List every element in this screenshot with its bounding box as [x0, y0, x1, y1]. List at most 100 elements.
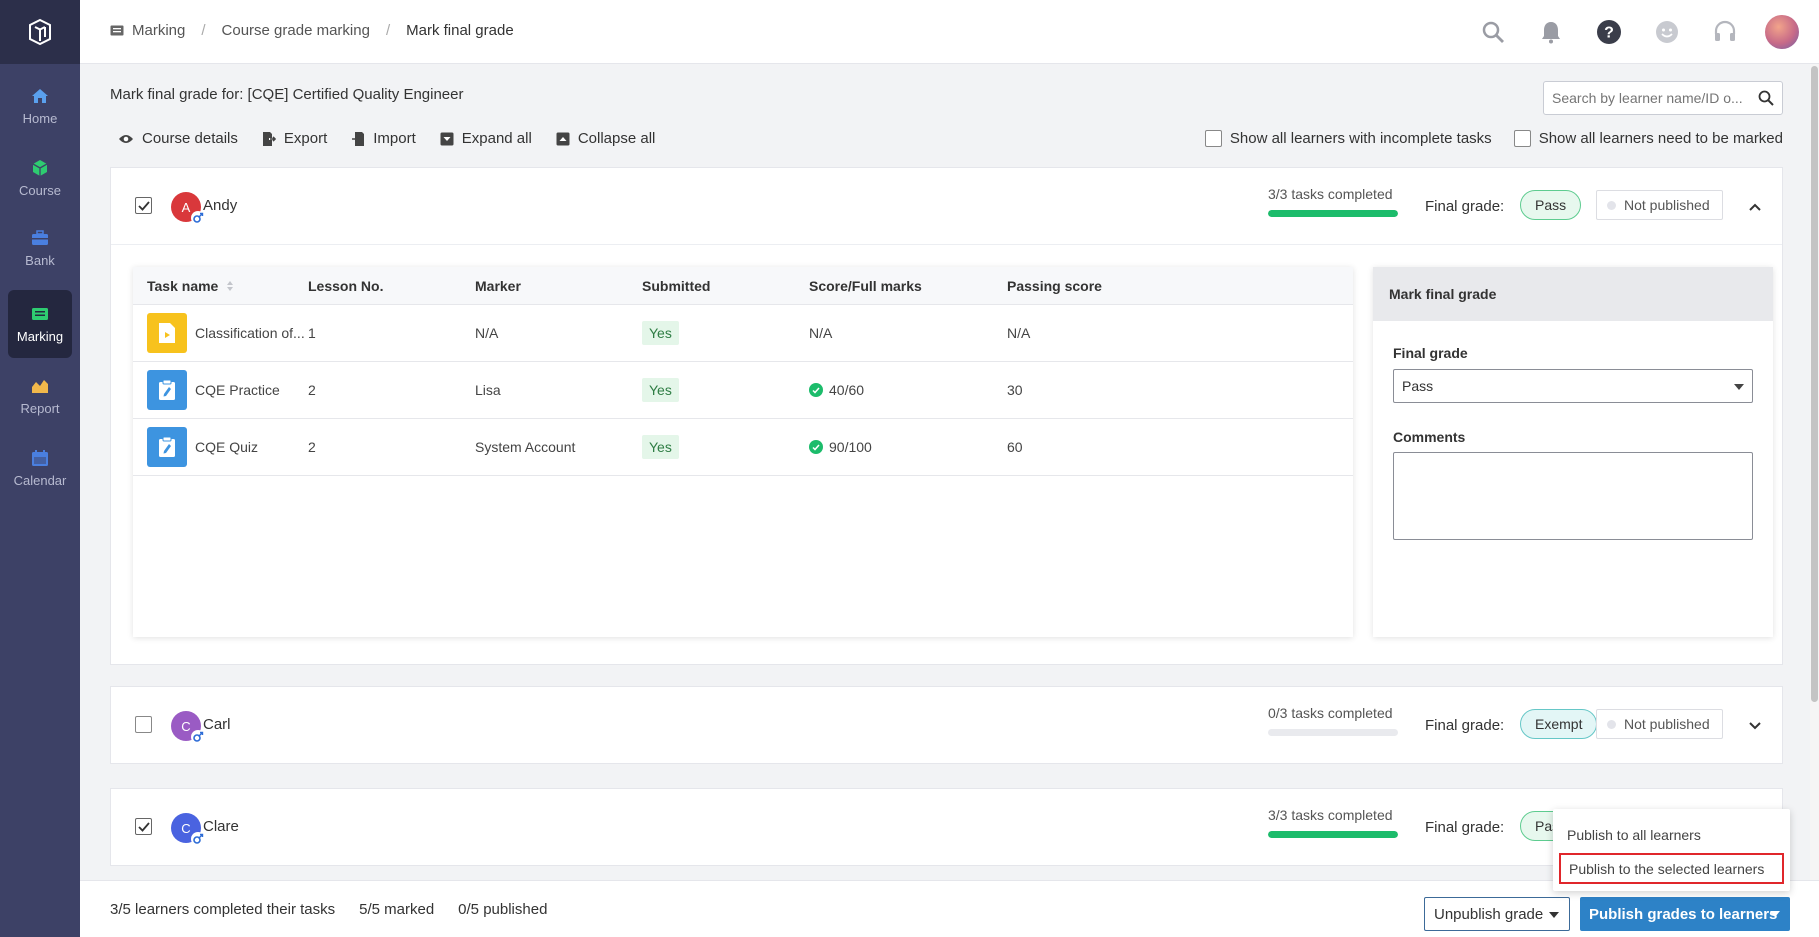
header-actions: ?	[1475, 14, 1799, 50]
table-row[interactable]: Classification of... 1 N/A Yes N/A N/A	[133, 305, 1353, 362]
main-content: Mark final grade for: [CQE] Certified Qu…	[80, 64, 1819, 880]
smiley-icon[interactable]	[1649, 14, 1685, 50]
help-icon[interactable]: ?	[1591, 14, 1627, 50]
learner-card-header[interactable]: C Clare 3/3 tasks completed Final grade:…	[111, 789, 1782, 865]
sidebar-label-bank: Bank	[25, 252, 55, 268]
page-title: Mark final grade for: [CQE] Certified Qu…	[110, 86, 464, 103]
headset-icon[interactable]	[1707, 14, 1743, 50]
published-count: 0/5 published	[458, 901, 548, 918]
summary-stats: 3/5 learners completed their tasks 5/5 m…	[110, 901, 547, 918]
bell-icon[interactable]	[1533, 14, 1569, 50]
comments-textarea[interactable]	[1393, 452, 1753, 540]
home-icon	[31, 87, 49, 105]
search-input[interactable]	[1544, 82, 1744, 114]
publish-status: Not published	[1596, 190, 1723, 220]
col-marker: Marker	[475, 277, 521, 294]
learner-card-header[interactable]: C Carl 0/3 tasks completed Final grade: …	[111, 687, 1782, 763]
task-name[interactable]: CQE Practice	[195, 382, 280, 398]
score: 90/100	[809, 439, 872, 455]
lesson-no: 2	[308, 382, 316, 398]
marking-icon	[31, 305, 49, 323]
avatar-initial: C	[181, 820, 191, 836]
progress-fill	[1268, 831, 1398, 838]
task-progress-text: 3/3 tasks completed	[1268, 186, 1393, 202]
collapse-all-button[interactable]: Collapse all	[556, 130, 655, 147]
sidebar-item-report[interactable]: Report	[8, 362, 72, 430]
col-lesson-no: Lesson No.	[308, 277, 384, 294]
unpublish-grade-button[interactable]: Unpublish grade	[1424, 897, 1570, 931]
search-icon[interactable]	[1475, 14, 1511, 50]
marked-count: 5/5 marked	[359, 901, 435, 918]
learner-card-clare: C Clare 3/3 tasks completed Final grade:…	[110, 788, 1783, 866]
breadcrumb-marking[interactable]: Marking	[132, 22, 185, 39]
final-grade-label: Final grade:	[1425, 198, 1505, 215]
check-circle-icon	[809, 383, 823, 397]
filter-incomplete[interactable]: Show all learners with incomplete tasks	[1204, 130, 1492, 147]
sort-icon[interactable]	[226, 280, 234, 292]
scrollbar[interactable]	[1810, 64, 1819, 880]
check-circle-icon	[809, 440, 823, 454]
expand-icon	[440, 132, 454, 145]
score-value: 40/60	[829, 382, 865, 398]
sidebar-item-calendar[interactable]: Calendar	[8, 434, 72, 502]
learner-card-header[interactable]: A Andy 3/3 tasks completed Final grade: …	[111, 168, 1782, 244]
chart-icon	[31, 377, 49, 395]
avatar-initial: A	[181, 199, 191, 215]
learner-name: Andy	[203, 197, 238, 214]
menu-item-publish-all[interactable]: Publish to all learners	[1559, 819, 1784, 850]
chevron-down-icon[interactable]	[1749, 717, 1761, 734]
sidebar-label-calendar: Calendar	[13, 472, 67, 488]
task-progress: 3/3 tasks completed	[1268, 807, 1398, 838]
sidebar-item-marking[interactable]: Marking	[8, 290, 72, 358]
filter-need-marked[interactable]: Show all learners need to be marked	[1513, 130, 1783, 147]
export-button[interactable]: Export	[262, 130, 327, 147]
col-task-name[interactable]: Task name	[147, 267, 234, 304]
import-button[interactable]: Import	[351, 130, 416, 147]
menu-item-publish-selected[interactable]: Publish to the selected learners	[1559, 853, 1784, 884]
unpublish-label: Unpublish grade	[1434, 905, 1544, 923]
chevron-up-icon[interactable]	[1749, 198, 1761, 215]
submitted-badge: Yes	[642, 435, 679, 459]
table-row[interactable]: CQE Quiz 2 System Account Yes 90/100 60	[133, 419, 1353, 476]
breadcrumb: Marking / Course grade marking / Mark fi…	[110, 22, 514, 39]
filter-need-marked-checkbox[interactable]	[1513, 130, 1531, 147]
sidebar-item-course[interactable]: Course	[8, 144, 72, 212]
user-avatar[interactable]	[1765, 15, 1799, 49]
logo-icon	[29, 18, 51, 46]
learner-checkbox[interactable]	[135, 716, 152, 733]
sidebar-item-home[interactable]: Home	[8, 72, 72, 140]
task-name[interactable]: Classification of...	[195, 325, 305, 341]
sidebar-item-bank[interactable]: Bank	[8, 214, 72, 282]
score-value: 90/100	[829, 439, 872, 455]
submitted-badge: Yes	[642, 378, 679, 402]
grade-badge: Pass	[1520, 190, 1582, 220]
scrollbar-thumb[interactable]	[1811, 66, 1818, 702]
learner-checkbox[interactable]	[135, 197, 152, 214]
task-progress: 0/3 tasks completed	[1268, 705, 1398, 736]
breadcrumb-current: Mark final grade	[406, 22, 514, 39]
course-details-button[interactable]: Course details	[118, 130, 238, 147]
learner-checkbox[interactable]	[135, 818, 152, 835]
final-grade-select[interactable]: Pass	[1393, 369, 1753, 403]
progress-bar	[1268, 729, 1398, 736]
status-dot	[1607, 200, 1616, 210]
filter-incomplete-checkbox[interactable]	[1204, 130, 1222, 147]
task-table: Task name Lesson No. Marker Submitted Sc…	[133, 267, 1353, 637]
learner-search[interactable]	[1543, 81, 1783, 115]
task-progress-text: 3/3 tasks completed	[1268, 807, 1393, 823]
expand-all-button[interactable]: Expand all	[440, 130, 532, 147]
import-icon	[352, 131, 365, 146]
export-label: Export	[283, 130, 328, 147]
publish-grades-button[interactable]: Publish grades to learners	[1580, 897, 1790, 931]
breadcrumb-course-grade-marking[interactable]: Course grade marking	[222, 22, 370, 39]
task-name[interactable]: CQE Quiz	[195, 439, 258, 455]
table-row[interactable]: CQE Practice 2 Lisa Yes 40/60 30	[133, 362, 1353, 419]
export-icon	[262, 131, 276, 146]
search-input-icon[interactable]	[1758, 90, 1774, 110]
collapse-icon	[556, 132, 570, 145]
chevron-down-icon	[1734, 384, 1744, 390]
chevron-down-icon	[1549, 912, 1559, 918]
final-grade-value: Pass	[1402, 378, 1434, 394]
app-logo[interactable]	[0, 0, 80, 64]
task-progress-text: 0/3 tasks completed	[1268, 705, 1393, 721]
